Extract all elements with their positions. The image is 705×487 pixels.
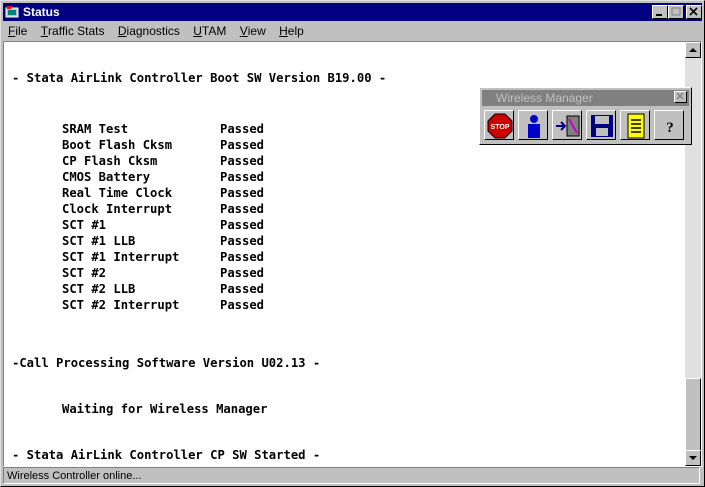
wireless-manager-close-button[interactable] bbox=[674, 91, 687, 103]
scroll-down-button[interactable] bbox=[685, 450, 701, 466]
test-name: SCT #2 Interrupt bbox=[62, 298, 180, 312]
save-disk-icon bbox=[591, 115, 613, 137]
boot-header-line: - Stata AirLink Controller Boot SW Versi… bbox=[12, 71, 387, 85]
cp-started-line: - Stata AirLink Controller CP SW Started… bbox=[12, 448, 321, 462]
svg-text:STOP: STOP bbox=[491, 124, 510, 131]
help-button[interactable]: ? bbox=[654, 110, 684, 140]
title-bar[interactable]: Status bbox=[3, 3, 702, 21]
close-icon bbox=[676, 92, 684, 100]
minimize-button[interactable] bbox=[652, 5, 668, 19]
test-name: Boot Flash Cksm bbox=[62, 138, 173, 152]
test-name: SCT #1 bbox=[62, 218, 107, 232]
test-name: SCT #2 LLB bbox=[62, 282, 136, 296]
test-result: Passed bbox=[220, 218, 265, 232]
wireless-manager-title: Wireless Manager bbox=[496, 91, 593, 105]
test-name: CP Flash Cksm bbox=[62, 154, 158, 168]
wireless-manager-titlebar[interactable]: Wireless Manager bbox=[482, 90, 689, 106]
test-result: Passed bbox=[220, 282, 265, 296]
cp-version-line: -Call Processing Software Version U02.13… bbox=[12, 356, 321, 370]
minimize-icon bbox=[656, 14, 662, 16]
test-name: SCT #1 LLB bbox=[62, 234, 136, 248]
menu-help[interactable]: Help bbox=[274, 22, 309, 40]
test-name: SRAM Test bbox=[62, 122, 129, 136]
test-result: Passed bbox=[220, 170, 265, 184]
maximize-icon bbox=[671, 7, 681, 16]
test-result: Passed bbox=[220, 266, 265, 280]
waiting-line: Waiting for Wireless Manager bbox=[62, 402, 268, 416]
scroll-up-button[interactable] bbox=[685, 42, 701, 58]
menu-file[interactable]: File bbox=[3, 22, 32, 40]
test-result: Passed bbox=[220, 154, 265, 168]
menu-bar: File Traffic Stats Diagnostics UTAM View… bbox=[3, 22, 702, 40]
status-bar: Wireless Controller online... bbox=[3, 467, 700, 484]
wireless-manager-toolbar[interactable]: Wireless Manager STOP ? bbox=[479, 87, 692, 145]
test-result: Passed bbox=[220, 250, 265, 264]
status-window: Status File Traffic Stats Diagnostics UT… bbox=[0, 0, 705, 487]
menu-traffic-stats[interactable]: Traffic Stats bbox=[36, 22, 110, 40]
scroll-thumb[interactable] bbox=[685, 378, 701, 458]
status-text: Wireless Controller online... bbox=[7, 470, 142, 482]
test-name: SCT #2 bbox=[62, 266, 107, 280]
test-result: Passed bbox=[220, 138, 265, 152]
close-button[interactable] bbox=[686, 5, 702, 19]
connect-button[interactable] bbox=[552, 110, 582, 140]
test-result: Passed bbox=[220, 202, 265, 216]
test-name: SCT #1 Interrupt bbox=[62, 250, 180, 264]
test-name: CMOS Battery bbox=[62, 170, 151, 184]
user-login-icon bbox=[528, 115, 540, 138]
window-title: Status bbox=[23, 5, 60, 19]
test-result: Passed bbox=[220, 122, 265, 136]
user-login-button[interactable] bbox=[518, 110, 548, 140]
menu-utam[interactable]: UTAM bbox=[188, 22, 231, 40]
stop-icon: STOP bbox=[487, 113, 513, 139]
notepad-button[interactable] bbox=[620, 110, 650, 140]
test-result: Passed bbox=[220, 298, 265, 312]
test-name: Clock Interrupt bbox=[62, 202, 173, 216]
arrow-down-icon bbox=[689, 456, 697, 460]
menu-diagnostics[interactable]: Diagnostics bbox=[113, 22, 185, 40]
svg-text:?: ? bbox=[666, 120, 674, 136]
menu-view[interactable]: View bbox=[235, 22, 271, 40]
arrow-up-icon bbox=[689, 48, 697, 52]
notepad-icon bbox=[627, 113, 645, 139]
test-name: Real Time Clock bbox=[62, 186, 173, 200]
test-result: Passed bbox=[220, 234, 265, 248]
close-icon bbox=[689, 7, 698, 16]
connect-icon bbox=[556, 115, 580, 137]
app-icon bbox=[5, 6, 19, 18]
stop-button[interactable]: STOP bbox=[484, 110, 514, 140]
help-icon: ? bbox=[666, 120, 674, 136]
save-button[interactable] bbox=[586, 110, 616, 140]
test-result: Passed bbox=[220, 186, 265, 200]
maximize-button[interactable] bbox=[668, 5, 684, 19]
